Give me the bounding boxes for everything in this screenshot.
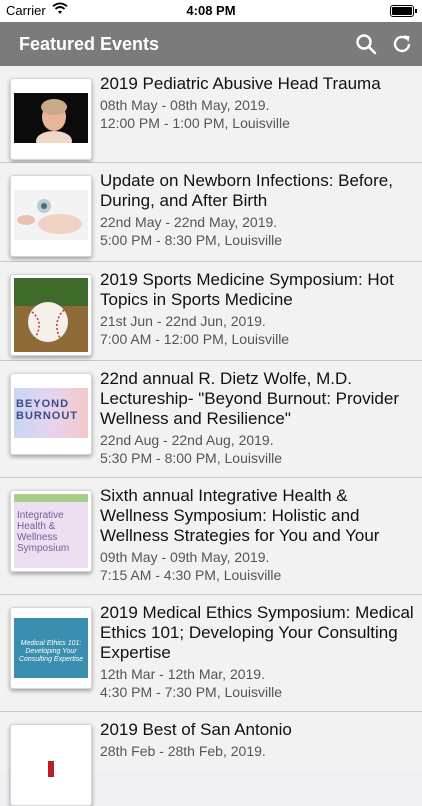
event-thumbnail: Integrative Health & Wellness Symposium [10, 490, 92, 572]
event-dates: 12th Mar - 12th Mar, 2019. [100, 666, 265, 682]
event-thumbnail [10, 724, 92, 806]
thumbnail-caption: Medical Ethics 101: Developing Your Cons… [18, 640, 84, 663]
page-title: Featured Events [19, 34, 160, 54]
event-time-location: 7:15 AM - 4:30 PM, Louisville [100, 567, 282, 583]
event-row[interactable]: 2019 Pediatric Abusive Head Trauma 08th … [0, 66, 422, 163]
thumbnail-caption: BEYOND BURNOUT [16, 398, 78, 422]
event-title: Update on Newborn Infections: Before, Du… [100, 171, 393, 210]
thumbnail-caption: Integrative Health & Wellness Symposium [17, 510, 70, 554]
event-thumbnail: BEYOND BURNOUT [10, 373, 92, 455]
event-row[interactable]: Update on Newborn Infections: Before, Du… [0, 163, 422, 262]
event-row[interactable]: BEYOND BURNOUT 22nd annual R. Dietz Wolf… [0, 361, 422, 478]
status-bar: Carrier 4:08 PM [0, 0, 422, 22]
event-title: 22nd annual R. Dietz Wolfe, M.D. Lecture… [100, 369, 399, 428]
refresh-icon[interactable] [390, 32, 414, 56]
events-list[interactable]: 2019 Pediatric Abusive Head Trauma 08th … [0, 66, 422, 806]
event-title: 2019 Best of San Antonio [100, 720, 292, 739]
navigation-bar: Featured Events [0, 22, 422, 66]
event-title: 2019 Medical Ethics Symposium: Medical E… [100, 603, 414, 662]
battery-icon [390, 5, 417, 17]
clock: 4:08 PM [186, 3, 236, 18]
event-thumbnail [10, 175, 92, 257]
event-title: Sixth annual Integrative Health & Wellne… [100, 486, 380, 545]
event-time-location: 4:30 PM - 7:30 PM, Louisville [100, 684, 283, 700]
event-dates: 28th Feb - 28th Feb, 2019. [100, 743, 266, 759]
event-dates: 08th May - 08th May, 2019. [100, 97, 270, 113]
event-dates: 09th May - 09th May, 2019. [100, 549, 270, 565]
event-row[interactable]: 2019 Best of San Antonio 28th Feb - 28th… [0, 712, 422, 806]
event-dates: 22nd May - 22nd May, 2019. [100, 214, 278, 230]
event-time-location: 12:00 PM - 1:00 PM, Louisville [100, 115, 290, 131]
event-thumbnail [10, 78, 92, 160]
event-title: 2019 Sports Medicine Symposium: Hot Topi… [100, 270, 394, 309]
event-title: 2019 Pediatric Abusive Head Trauma [100, 74, 381, 93]
event-time-location: 5:00 PM - 8:30 PM, Louisville [100, 232, 283, 248]
event-time-location: 5:30 PM - 8:00 PM, Louisville [100, 450, 283, 466]
event-thumbnail [10, 274, 92, 356]
event-dates: 22nd Aug - 22nd Aug, 2019. [100, 432, 274, 448]
search-icon[interactable] [354, 32, 378, 56]
event-dates: 21st Jun - 22nd Jun, 2019. [100, 313, 266, 329]
event-thumbnail: Medical Ethics 101: Developing Your Cons… [10, 607, 92, 689]
event-row[interactable]: Integrative Health & Wellness Symposium … [0, 478, 422, 595]
event-row[interactable]: 2019 Sports Medicine Symposium: Hot Topi… [0, 262, 422, 361]
event-row[interactable]: Medical Ethics 101: Developing Your Cons… [0, 595, 422, 712]
event-time-location: 7:00 AM - 12:00 PM, Louisville [100, 331, 290, 347]
